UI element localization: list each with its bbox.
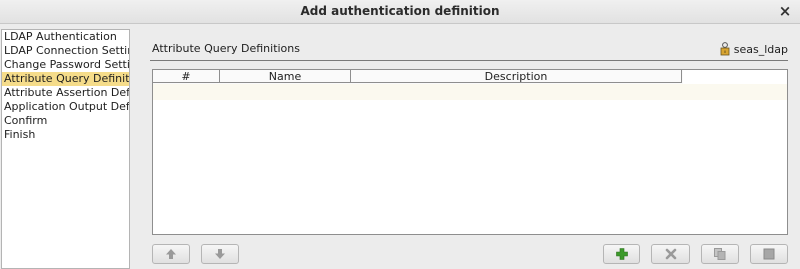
user-name: seas_ldap	[733, 42, 788, 56]
step-confirm[interactable]: Confirm	[2, 114, 129, 128]
move-up-button[interactable]	[152, 244, 190, 264]
step-attribute-assertion-definitions[interactable]: Attribute Assertion Definitions	[2, 86, 129, 100]
arrow-up-icon	[166, 249, 176, 259]
dialog-title: Add authentication definition	[300, 4, 500, 18]
step-ldap-connection-settings[interactable]: LDAP Connection Settings	[2, 44, 129, 58]
add-button[interactable]	[603, 244, 640, 264]
move-down-button[interactable]	[201, 244, 239, 264]
step-application-output-definitions[interactable]: Application Output Definitions	[2, 100, 129, 114]
arrow-down-icon	[215, 249, 225, 259]
copy-button[interactable]	[701, 244, 739, 264]
table-header: # Name Description	[153, 70, 683, 84]
column-header-description[interactable]: Description	[351, 70, 682, 83]
attribute-query-table[interactable]: # Name Description	[152, 69, 788, 235]
column-header-number[interactable]: #	[153, 70, 220, 83]
step-attribute-query-definitions[interactable]: Attribute Query Definitions	[2, 72, 129, 86]
step-finish[interactable]: Finish	[2, 128, 129, 142]
table-empty-row[interactable]	[153, 84, 787, 100]
user-badge: seas_ldap	[720, 41, 788, 57]
close-button[interactable]: ×	[776, 2, 794, 20]
stop-icon	[763, 248, 775, 260]
dialog-titlebar: Add authentication definition ×	[0, 0, 800, 24]
x-icon	[665, 248, 676, 260]
wizard-steps-list: LDAP Authentication LDAP Connection Sett…	[1, 29, 130, 269]
stop-button[interactable]	[750, 244, 788, 264]
step-ldap-authentication[interactable]: LDAP Authentication	[2, 30, 129, 44]
section-title: Attribute Query Definitions	[152, 42, 300, 55]
remove-button[interactable]	[651, 244, 690, 264]
plus-icon	[615, 248, 628, 260]
column-header-name[interactable]: Name	[220, 70, 351, 83]
section-divider	[150, 60, 788, 61]
step-change-password-settings[interactable]: Change Password Settings	[2, 58, 129, 72]
copy-icon	[714, 248, 726, 260]
user-lock-icon	[720, 42, 730, 56]
